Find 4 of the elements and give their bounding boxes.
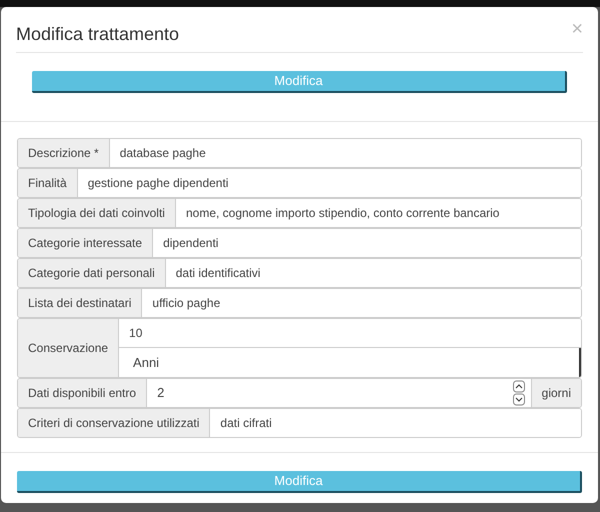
field-label: Conservazione bbox=[18, 319, 120, 377]
modal-title: Modifica trattamento bbox=[16, 23, 180, 46]
input-field[interactable]: 10 bbox=[119, 319, 581, 348]
unit-select[interactable]: Anni bbox=[119, 348, 581, 377]
